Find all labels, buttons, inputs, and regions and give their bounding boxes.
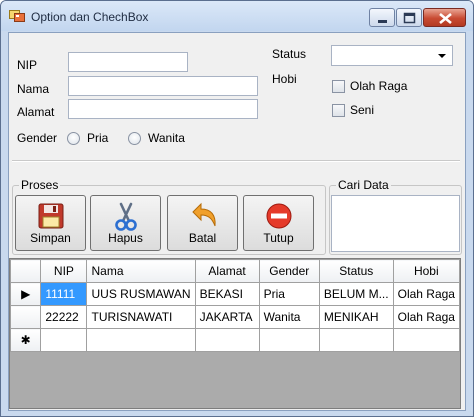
- cell-nip[interactable]: 11111: [40, 282, 88, 306]
- chevron-down-icon[interactable]: [438, 54, 446, 58]
- hapus-button[interactable]: Hapus: [90, 195, 161, 251]
- cell-status[interactable]: BELUM M...: [318, 282, 394, 306]
- stop-icon: [266, 203, 292, 229]
- column-header-gender[interactable]: Gender: [258, 259, 320, 283]
- nip-input[interactable]: [68, 52, 188, 72]
- new-row[interactable]: ✱: [10, 328, 460, 352]
- undo-arrow-icon: [192, 202, 216, 227]
- cari-data-input[interactable]: [331, 195, 460, 252]
- minimize-button[interactable]: [369, 8, 395, 27]
- row-header[interactable]: [10, 305, 42, 329]
- nip-label: NIP: [17, 58, 38, 72]
- batal-button-label: Batal: [188, 231, 217, 245]
- checkbox-olah-raga-label[interactable]: Olah Raga: [350, 79, 407, 93]
- new-row-asterisk-icon[interactable]: ✱: [10, 328, 42, 352]
- form-app-icon: [9, 10, 25, 22]
- maximize-button[interactable]: [396, 8, 422, 27]
- table-row[interactable]: ▶ 11111 UUS RUSMAWAN BEKASI Pria BELUM M…: [10, 282, 460, 306]
- radio-wanita[interactable]: [128, 132, 141, 145]
- checkbox-olah-raga[interactable]: [332, 80, 345, 93]
- column-header-alamat[interactable]: Alamat: [194, 259, 260, 283]
- radio-wanita-label[interactable]: Wanita: [148, 131, 185, 145]
- simpan-button-label: Simpan: [30, 231, 71, 245]
- maximize-icon: [403, 12, 416, 24]
- nama-label: Nama: [17, 82, 50, 96]
- row-header-corner: [10, 259, 42, 283]
- column-header-hobi[interactable]: Hobi: [392, 259, 460, 283]
- cell-hobi[interactable]: Olah Raga: [392, 282, 460, 306]
- radio-pria-label[interactable]: Pria: [87, 131, 108, 145]
- new-cell[interactable]: [318, 328, 394, 352]
- batal-button[interactable]: Batal: [167, 195, 238, 251]
- column-header-nama[interactable]: Nama: [86, 259, 196, 283]
- cell-status[interactable]: MENIKAH: [318, 305, 394, 329]
- tutup-button[interactable]: Tutup: [243, 195, 314, 251]
- current-row-indicator-icon[interactable]: ▶: [10, 282, 42, 306]
- checkbox-seni-label[interactable]: Seni: [350, 103, 374, 117]
- cell-nama[interactable]: TURISNAWATI: [86, 305, 196, 329]
- data-grid-table: NIP Nama Alamat Gender Status Hobi ▶ 111…: [10, 259, 460, 352]
- cell-nama[interactable]: UUS RUSMAWAN: [86, 282, 196, 306]
- simpan-button[interactable]: Simpan: [15, 195, 86, 251]
- column-header-nip[interactable]: NIP: [40, 259, 88, 283]
- status-combobox[interactable]: [331, 45, 453, 66]
- data-grid[interactable]: NIP Nama Alamat Gender Status Hobi ▶ 111…: [9, 258, 461, 409]
- table-row[interactable]: 22222 TURISNAWATI JAKARTA Wanita MENIKAH…: [10, 305, 460, 329]
- grid-header-row: NIP Nama Alamat Gender Status Hobi: [10, 259, 460, 283]
- minimize-icon: [378, 20, 387, 23]
- floppy-disk-icon: [38, 203, 64, 229]
- status-label: Status: [272, 47, 307, 61]
- new-cell[interactable]: [86, 328, 196, 352]
- cell-alamat[interactable]: JAKARTA: [194, 305, 260, 329]
- gender-label: Gender: [17, 131, 58, 145]
- divider: [12, 160, 460, 162]
- proses-group-title: Proses: [19, 178, 61, 192]
- checkbox-seni[interactable]: [332, 104, 345, 117]
- tutup-button-label: Tutup: [263, 231, 294, 245]
- cell-gender[interactable]: Wanita: [258, 305, 320, 329]
- new-cell[interactable]: [40, 328, 88, 352]
- radio-pria[interactable]: [67, 132, 80, 145]
- hobi-label: Hobi: [272, 72, 297, 86]
- new-cell[interactable]: [194, 328, 260, 352]
- cell-alamat[interactable]: BEKASI: [194, 282, 260, 306]
- cari-data-group-title: Cari Data: [336, 178, 391, 192]
- new-cell[interactable]: [258, 328, 320, 352]
- cell-nip[interactable]: 22222: [40, 305, 88, 329]
- cell-gender[interactable]: Pria: [258, 282, 320, 306]
- alamat-input[interactable]: [68, 99, 258, 119]
- window-title: Option dan ChechBox: [31, 10, 149, 24]
- new-cell[interactable]: [392, 328, 460, 352]
- alamat-label: Alamat: [17, 105, 55, 119]
- cell-hobi[interactable]: Olah Raga: [392, 305, 460, 329]
- title-bar[interactable]: Option dan ChechBox: [1, 1, 473, 31]
- hapus-button-label: Hapus: [108, 231, 143, 245]
- scissors-icon: [115, 202, 137, 231]
- column-header-status[interactable]: Status: [318, 259, 394, 283]
- close-icon: [439, 12, 452, 25]
- close-button[interactable]: [423, 8, 466, 27]
- nama-input[interactable]: [68, 76, 258, 96]
